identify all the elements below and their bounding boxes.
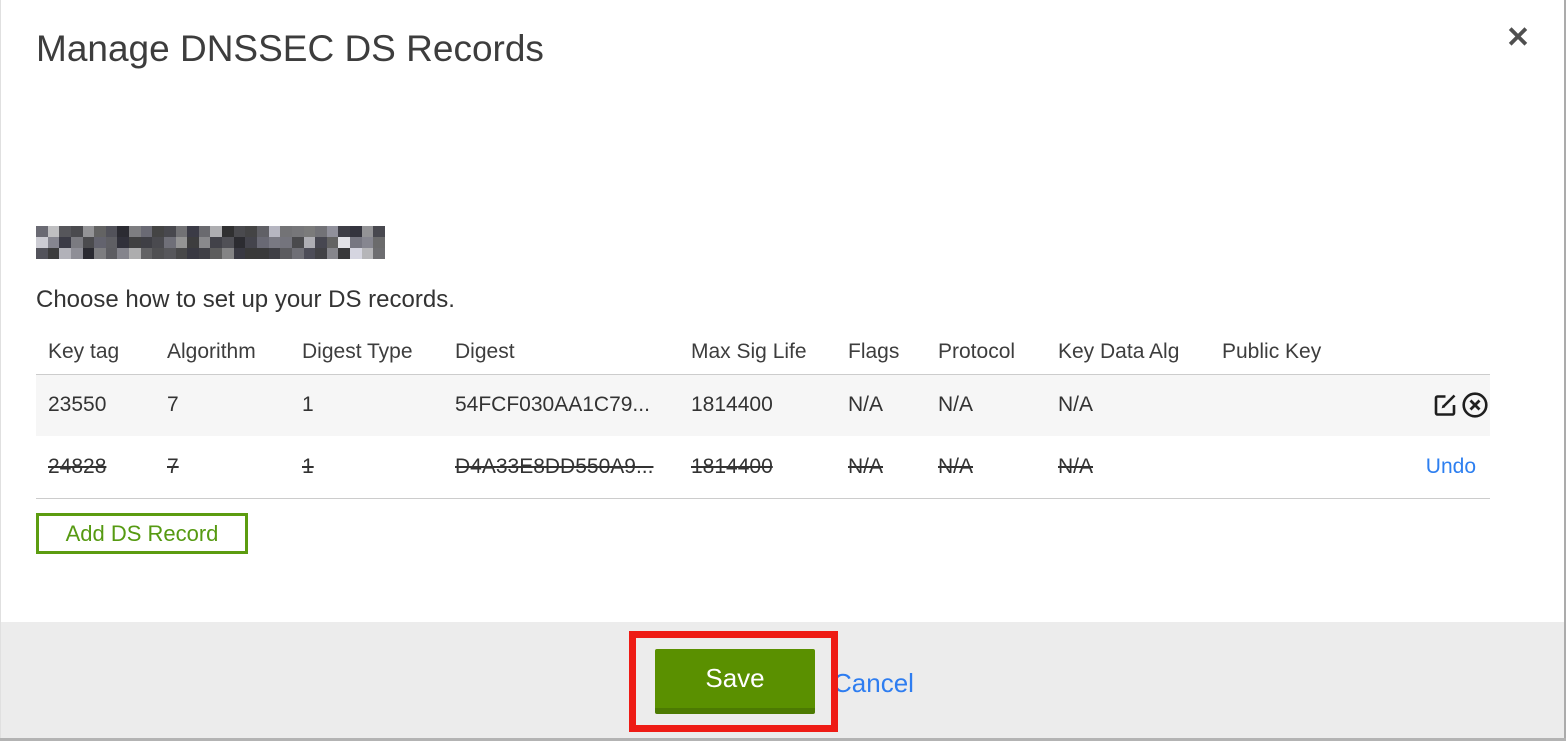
close-icon: ✕ [1505, 21, 1531, 54]
delete-record-button[interactable] [1460, 390, 1490, 420]
modal-right-edge [1564, 0, 1566, 740]
cell-flags: N/A [848, 393, 884, 417]
manage-dnssec-modal: Manage DNSSEC DS Records ✕ Choose how to… [0, 0, 1568, 746]
cell-digest: 54FCF030AA1C79... [455, 393, 650, 417]
table-header-row: Key tag Algorithm Digest Type Digest Max… [36, 330, 1490, 374]
edit-icon [1434, 394, 1456, 417]
modal-left-edge [0, 0, 1, 738]
add-ds-record-button[interactable]: Add DS Record [36, 513, 248, 554]
cell-public-key [1210, 436, 1340, 498]
cell-max-sig-life: 1814400 [691, 454, 773, 478]
edit-record-button[interactable] [1430, 390, 1460, 420]
column-header-flags: Flags [848, 339, 900, 363]
modal-bottom-edge [0, 738, 1566, 741]
column-header-digest-type: Digest Type [302, 339, 413, 363]
cell-digest: D4A33E8DD550A9... [455, 454, 654, 478]
column-header-key-tag: Key tag [48, 339, 120, 363]
cell-algorithm: 7 [167, 393, 179, 417]
cell-protocol: N/A [938, 454, 974, 478]
cell-flags: N/A [848, 454, 884, 478]
cell-digest-type: 1 [302, 393, 314, 417]
table-row-deleted: 24828 7 1 D4A33E8DD550A9... 1814400 N/A … [36, 436, 1490, 498]
undo-link[interactable]: Undo [1426, 455, 1490, 478]
cell-key-tag: 23550 [48, 393, 107, 417]
ds-records-table: Key tag Algorithm Digest Type Digest Max… [36, 330, 1490, 499]
cell-key-tag: 24828 [48, 454, 107, 478]
instruction-text: Choose how to set up your DS records. [36, 286, 455, 313]
save-button[interactable]: Save [655, 649, 815, 714]
column-header-public-key: Public Key [1222, 339, 1322, 363]
column-header-digest: Digest [455, 339, 515, 363]
column-header-protocol: Protocol [938, 339, 1016, 363]
cell-public-key [1210, 374, 1340, 436]
close-button[interactable]: ✕ [1498, 18, 1538, 58]
column-header-algorithm: Algorithm [167, 339, 256, 363]
table-row: 23550 7 1 54FCF030AA1C79... 1814400 N/A … [36, 374, 1490, 436]
cell-max-sig-life: 1814400 [691, 393, 773, 417]
cell-key-data-alg: N/A [1058, 393, 1094, 417]
redacted-domain-text [36, 226, 385, 259]
cancel-link[interactable]: Cancel [833, 668, 914, 699]
cell-protocol: N/A [938, 393, 974, 417]
page-title: Manage DNSSEC DS Records [36, 28, 544, 69]
column-header-key-data-alg: Key Data Alg [1058, 339, 1180, 363]
cell-key-data-alg: N/A [1058, 454, 1094, 478]
delete-circle-x-icon [1462, 392, 1488, 418]
cell-digest-type: 1 [302, 454, 314, 478]
cell-algorithm: 7 [167, 454, 179, 478]
column-header-max-sig-life: Max Sig Life [691, 339, 807, 363]
